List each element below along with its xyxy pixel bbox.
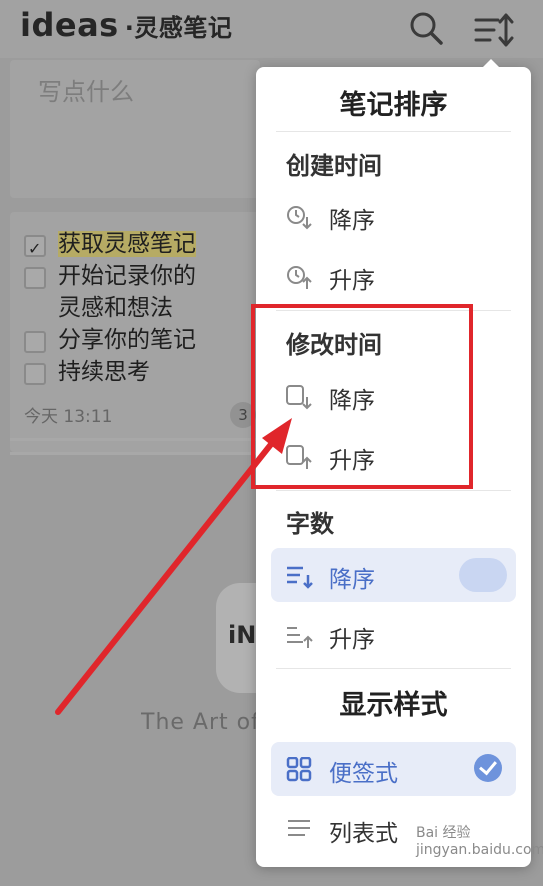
option-label: 便签式 — [329, 761, 398, 787]
section-create-time: 创建时间 — [286, 152, 382, 180]
search-button[interactable] — [406, 8, 446, 48]
create-time-desc-option[interactable]: 降序 — [271, 189, 516, 243]
option-label: 升序 — [329, 268, 375, 294]
option-label: 列表式 — [329, 821, 398, 847]
option-label: 降序 — [329, 388, 375, 414]
app-title: ideas ·灵感笔记 — [20, 6, 232, 44]
section-modify-time: 修改时间 — [286, 331, 382, 359]
option-label: 降序 — [329, 208, 375, 234]
option-label: 降序 — [329, 567, 375, 593]
word-count-asc-option[interactable]: 升序 — [271, 608, 516, 662]
check-icon — [474, 754, 502, 782]
sort-menu: 笔记排序 创建时间 降序 升序 修改时间 降序 升序 字数 降序 升序 显示样式… — [256, 59, 531, 867]
section-word-count: 字数 — [286, 510, 334, 538]
app-header: ideas ·灵感笔记 — [0, 0, 543, 58]
grid-icon — [286, 757, 312, 782]
checkbox[interactable] — [24, 331, 46, 353]
create-time-asc-option[interactable]: 升序 — [271, 249, 516, 303]
checkbox-checked[interactable] — [24, 233, 46, 265]
edit-doc-down-icon — [286, 385, 312, 410]
checkbox[interactable] — [24, 267, 46, 289]
app-title-sub: ·灵感笔记 — [124, 14, 233, 42]
divider — [276, 131, 511, 132]
card-divider — [10, 438, 260, 441]
lines-up-icon — [287, 627, 313, 648]
watermark: Bai 经验 jingyan.baidu.com — [416, 825, 543, 858]
lines-down-icon — [287, 566, 313, 589]
search-icon — [410, 12, 443, 45]
note-card[interactable]: 获取灵感笔记 开始记录你的灵感和想法 分享你的笔记 持续思考 今天 13:11 … — [10, 212, 260, 452]
checkbox[interactable] — [24, 363, 46, 385]
option-label: 升序 — [329, 448, 375, 474]
clock-up-icon — [287, 266, 312, 289]
note-count-badge: 3 — [230, 402, 256, 428]
list-icon — [288, 820, 310, 836]
app-title-main: ideas — [20, 6, 119, 44]
note-timestamp: 今天 13:11 — [24, 407, 113, 427]
todo-text: 分享你的笔记 — [58, 327, 196, 353]
todo-item[interactable]: 持续思考 — [24, 356, 214, 388]
clock-down-icon — [287, 206, 312, 230]
style-sticky-option[interactable]: 便签式 — [271, 742, 516, 796]
todo-text: 开始记录你的灵感和想法 — [58, 263, 196, 321]
modify-time-asc-option[interactable]: 升序 — [271, 429, 516, 483]
divider — [276, 310, 511, 311]
card-divider — [10, 452, 260, 455]
edit-doc-up-icon — [286, 445, 312, 469]
blurred-badge — [459, 558, 507, 592]
todo-text: 持续思考 — [58, 359, 150, 385]
display-style-title: 显示样式 — [339, 690, 448, 721]
divider — [276, 668, 511, 669]
modify-time-desc-option[interactable]: 降序 — [271, 369, 516, 423]
sort-icon — [474, 13, 514, 47]
todo-item[interactable]: 分享你的笔记 — [24, 324, 214, 356]
sort-menu-title: 笔记排序 — [339, 90, 448, 121]
composer-placeholder[interactable]: 写点什么 — [38, 72, 134, 107]
word-count-desc-option[interactable]: 降序 — [271, 548, 516, 602]
option-label: 升序 — [329, 627, 375, 653]
composer-card[interactable]: 写点什么 — [10, 60, 260, 198]
divider — [276, 490, 511, 491]
todo-item[interactable]: 获取灵感笔记 — [24, 228, 214, 265]
brand-tagline: The Art of C — [141, 710, 256, 735]
todo-item[interactable]: 开始记录你的灵感和想法 — [24, 260, 214, 324]
sort-button[interactable] — [472, 10, 518, 50]
logo-text: iN — [228, 621, 257, 649]
todo-text: 获取灵感笔记 — [58, 231, 196, 257]
